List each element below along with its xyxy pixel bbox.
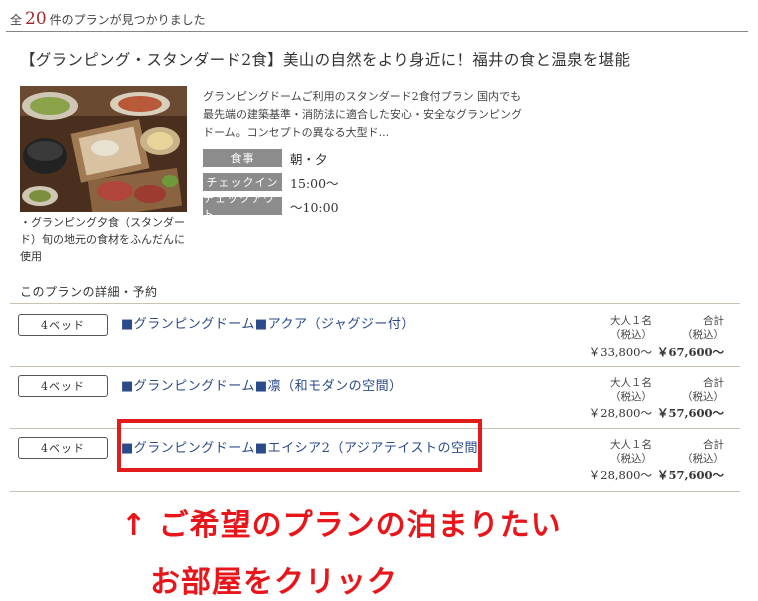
info-value-checkout: 〜10:00	[290, 199, 339, 215]
per-person-label-line1: 大人１名	[610, 439, 652, 451]
results-prefix: 全	[10, 13, 23, 27]
total-price: ￥57,600〜	[656, 406, 724, 420]
info-value-meal: 朝・夕	[290, 151, 328, 167]
tax-label: （税込）	[682, 329, 724, 341]
photo-caption: ・グランピング夕食（スタンダード）旬の地元の食材をふんだんに使用	[20, 216, 185, 263]
bed-count-button[interactable]: 4ベッド	[18, 437, 108, 459]
divider	[6, 31, 748, 32]
annotation-line1: ↑ ご希望のプランの泊まりたい	[121, 508, 562, 543]
per-person-label-line1: 大人１名	[610, 315, 652, 327]
per-person-label: 大人１名 （税込）	[600, 376, 652, 404]
divider	[10, 303, 740, 304]
divider	[10, 491, 740, 492]
info-label-meal: 食事	[203, 149, 282, 167]
bed-count-button[interactable]: 4ベッド	[18, 375, 108, 397]
tax-label: （税込）	[610, 391, 652, 403]
per-person-label: 大人１名 （税込）	[600, 314, 652, 342]
section-title: このプランの詳細・予約	[20, 285, 158, 299]
tax-label: （税込）	[610, 453, 652, 465]
info-meal: 食事 朝・夕	[203, 149, 328, 167]
highlight-box	[117, 419, 482, 472]
bed-count-button[interactable]: 4ベッド	[18, 314, 108, 336]
total-label-line1: 合計	[703, 377, 724, 389]
plan-title[interactable]: 【グランピング・スタンダード2食】美山の自然をより身近に！福井の食と温泉を堪能	[20, 48, 630, 70]
per-person-label-line1: 大人１名	[610, 377, 652, 389]
total-label: 合計 （税込）	[680, 438, 724, 466]
total-label: 合計 （税込）	[680, 376, 724, 404]
total-price: ￥67,600〜	[656, 345, 724, 359]
tax-label: （税込）	[610, 329, 652, 341]
divider	[10, 366, 740, 367]
room-link-aqua[interactable]: ■グランピングドーム■アクア（ジャグジー付）	[121, 313, 415, 332]
info-checkin: チェックイン 15:00〜	[203, 173, 339, 191]
plan-photo[interactable]	[20, 86, 187, 212]
plan-description: グランピングドームご利用のスタンダード2食付プラン 国内でも最先端の建築基準・消…	[203, 90, 522, 139]
info-label-checkout: チェックアウト	[203, 192, 282, 221]
info-checkout: チェックアウト 〜10:00	[203, 192, 339, 221]
total-label: 合計 （税込）	[680, 314, 724, 342]
info-label-checkin: チェックイン	[203, 173, 282, 191]
info-value-checkin: 15:00〜	[290, 175, 339, 191]
per-person-label: 大人１名 （税込）	[600, 438, 652, 466]
results-count: 全 20 件のプランが見つかりました	[10, 9, 206, 29]
total-price: ￥57,600〜	[656, 468, 724, 482]
annotation-line2: お部屋をクリック	[150, 565, 398, 600]
results-suffix: 件のプランが見つかりました	[49, 13, 206, 27]
tax-label: （税込）	[682, 391, 724, 403]
total-label-line1: 合計	[703, 439, 724, 451]
results-number: 20	[25, 9, 47, 29]
total-label-line1: 合計	[703, 315, 724, 327]
tax-label: （税込）	[682, 453, 724, 465]
food-photo-image	[20, 86, 187, 212]
room-link-rin[interactable]: ■グランピングドーム■凛（和モダンの空間）	[121, 375, 403, 394]
